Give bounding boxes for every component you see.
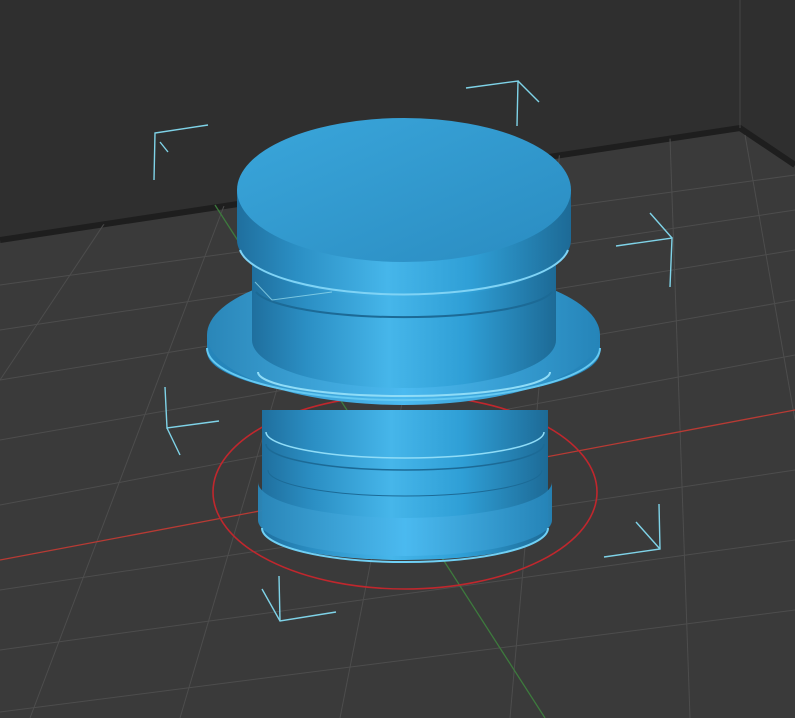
3d-viewport[interactable] — [0, 0, 795, 718]
bbox-corner-bottom-front-tick — [278, 575, 281, 622]
model-top-face — [237, 118, 571, 262]
model-cylindrical-part[interactable] — [206, 118, 601, 563]
scene-canvas[interactable] — [0, 0, 795, 718]
